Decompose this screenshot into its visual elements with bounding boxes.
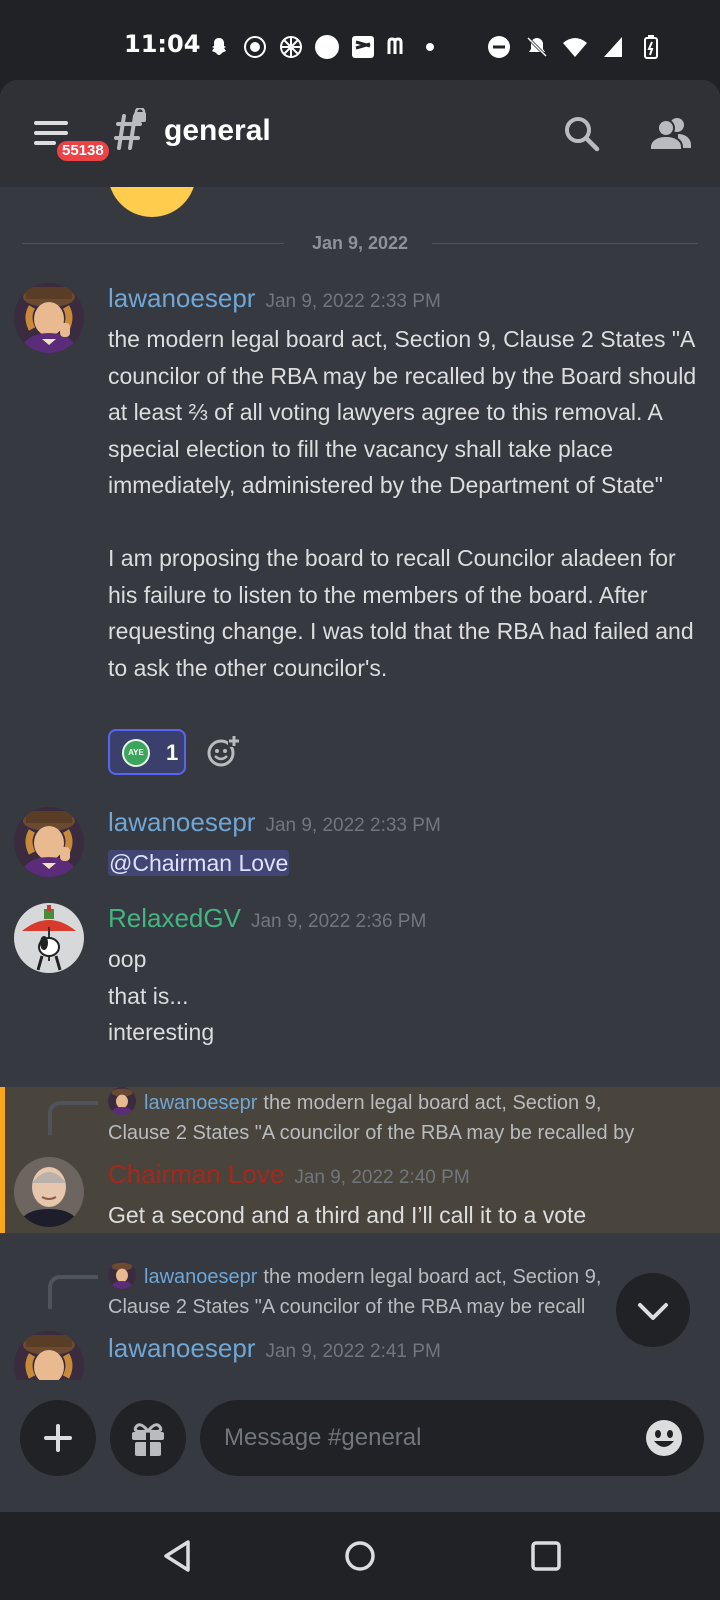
circle-app-icon xyxy=(314,34,340,60)
gift-button[interactable] xyxy=(110,1400,186,1476)
author-name[interactable]: lawanoesepr xyxy=(108,283,255,313)
message-content: oop that is... interesting xyxy=(108,941,698,1051)
reply-avatar xyxy=(108,1261,136,1289)
wifi-icon xyxy=(562,34,588,60)
author-name[interactable]: lawanoesepr xyxy=(108,807,255,837)
message-content: Get a second and a third and I’ll call i… xyxy=(108,1202,587,1228)
bell-off-icon xyxy=(524,34,550,60)
date-divider: Jan 9, 2022 xyxy=(22,233,698,253)
home-circle-icon xyxy=(345,1541,375,1571)
message-item[interactable]: lawanoesepr the modern legal board act, S… xyxy=(0,1261,720,1380)
add-reaction-icon xyxy=(207,735,240,767)
chevron-down-icon xyxy=(638,1303,668,1320)
channel-title: general xyxy=(164,114,271,147)
avatar[interactable] xyxy=(14,283,84,353)
message-item[interactable]: RelaxedGV Jan 9, 2022 2:36 PM oop that is… xyxy=(0,903,720,1053)
message-author[interactable]: lawanoesepr Jan 9, 2022 2:33 PM xyxy=(108,807,441,838)
message-input-placeholder: Message #general xyxy=(224,1424,422,1451)
author-name[interactable]: Chairman Love xyxy=(108,1159,284,1189)
back-button[interactable] xyxy=(156,1534,200,1578)
message-item[interactable]: lawanoesepr the modern legal board act, S… xyxy=(0,1087,720,1233)
message-line: interesting xyxy=(108,1019,215,1045)
reply-preview: the modern legal board act, Section 9, xyxy=(263,1092,602,1114)
system-nav-bar xyxy=(0,1512,720,1600)
plus-icon xyxy=(44,1424,72,1452)
message-composer: Message #general xyxy=(0,1380,720,1512)
more-notifications-dot xyxy=(426,43,434,51)
reply-preview: the modern legal board act, Section 9, xyxy=(263,1266,602,1288)
eight-ball-icon xyxy=(242,34,268,60)
back-triangle-icon xyxy=(164,1540,190,1572)
search-button[interactable] xyxy=(562,114,602,154)
members-icon xyxy=(649,118,691,151)
status-time: 11:04 xyxy=(124,30,201,58)
gift-icon xyxy=(132,1423,164,1456)
reply-preview: Clause 2 States "A councilor of the RBA … xyxy=(108,1122,635,1144)
discord-app: 55138 general Jan 9, 2022 lawanoesepr Ja… xyxy=(0,80,720,1512)
message-line: that is... xyxy=(108,982,189,1009)
reply-spine xyxy=(48,1101,98,1135)
add-attachment-button[interactable] xyxy=(20,1400,96,1476)
reply-avatar xyxy=(108,1087,136,1115)
reply-preview: Clause 2 States "A councilor of the RBA … xyxy=(108,1296,586,1318)
message-line: oop xyxy=(108,946,147,972)
reply-author[interactable]: lawanoesepr xyxy=(144,1092,257,1114)
signal-icon xyxy=(600,34,626,60)
recents-button[interactable] xyxy=(524,1534,568,1578)
message-author[interactable]: Chairman Love Jan 9, 2022 2:40 PM xyxy=(108,1159,470,1190)
battery-icon xyxy=(638,34,664,60)
snapchat-icon xyxy=(206,34,232,60)
recents-square-icon xyxy=(531,1541,561,1571)
message-timestamp: Jan 9, 2022 2:41 PM xyxy=(265,1341,441,1362)
message-list[interactable]: Jan 9, 2022 lawanoesepr Jan 9, 2022 2:33 … xyxy=(0,187,720,1380)
status-bar: 11:04 xyxy=(0,0,720,80)
dtc-icon xyxy=(350,34,376,60)
message-author[interactable]: RelaxedGV Jan 9, 2022 2:36 PM xyxy=(108,903,426,934)
message-timestamp: Jan 9, 2022 2:36 PM xyxy=(250,911,427,932)
message-author[interactable]: lawanoesepr Jan 9, 2022 2:41 PM xyxy=(108,1333,441,1364)
message-timestamp: Jan 9, 2022 2:40 PM xyxy=(294,1167,470,1188)
home-button[interactable] xyxy=(338,1534,382,1578)
avatar[interactable] xyxy=(14,807,84,877)
avatar[interactable] xyxy=(14,1157,84,1227)
reply-reference[interactable]: lawanoesepr the modern legal board act, S… xyxy=(108,1087,688,1148)
aperture-icon xyxy=(278,34,304,60)
message-item[interactable]: lawanoesepr Jan 9, 2022 2:33 PM @Chairman… xyxy=(0,807,720,887)
emoji-picker-button[interactable] xyxy=(644,1418,684,1458)
reply-reference[interactable]: lawanoesepr the modern legal board act, S… xyxy=(108,1261,688,1322)
add-reaction-button[interactable] xyxy=(206,735,240,769)
message-content: the modern legal board act, Section 9, C… xyxy=(108,326,697,681)
avatar[interactable] xyxy=(14,903,84,973)
m-app-icon xyxy=(386,34,412,60)
message-content: @Chairman Love xyxy=(108,845,698,882)
emoji-icon xyxy=(108,187,196,217)
author-name[interactable]: lawanoesepr xyxy=(108,1333,255,1363)
locked-channel-icon xyxy=(108,106,150,154)
message-item[interactable]: lawanoesepr Jan 9, 2022 2:33 PM the moder… xyxy=(0,283,720,783)
smiley-icon xyxy=(646,1420,682,1456)
user-mention[interactable]: @Chairman Love xyxy=(108,850,290,876)
aye-emoji-icon: AYE xyxy=(122,739,150,767)
system-icons xyxy=(486,34,664,60)
channel-header: 55138 general xyxy=(0,80,720,187)
message-author[interactable]: lawanoesepr Jan 9, 2022 2:33 PM xyxy=(108,283,441,314)
search-icon xyxy=(565,117,600,152)
reply-author[interactable]: lawanoesepr xyxy=(144,1266,257,1288)
message-timestamp: Jan 9, 2022 2:33 PM xyxy=(265,815,441,836)
member-list-button[interactable] xyxy=(648,114,692,154)
avatar[interactable] xyxy=(14,1331,84,1380)
reaction-count: 1 xyxy=(166,740,179,765)
message-timestamp: Jan 9, 2022 2:33 PM xyxy=(265,291,441,312)
author-name[interactable]: RelaxedGV xyxy=(108,903,241,933)
jump-to-present-button[interactable] xyxy=(616,1273,690,1347)
message-input[interactable]: Message #general xyxy=(200,1400,704,1476)
unread-mentions-badge: 55138 xyxy=(54,138,112,164)
reaction-aye[interactable]: AYE 1 xyxy=(108,729,186,775)
do-not-disturb-icon xyxy=(486,34,512,60)
reply-spine xyxy=(48,1275,98,1309)
notification-icons xyxy=(206,34,434,60)
